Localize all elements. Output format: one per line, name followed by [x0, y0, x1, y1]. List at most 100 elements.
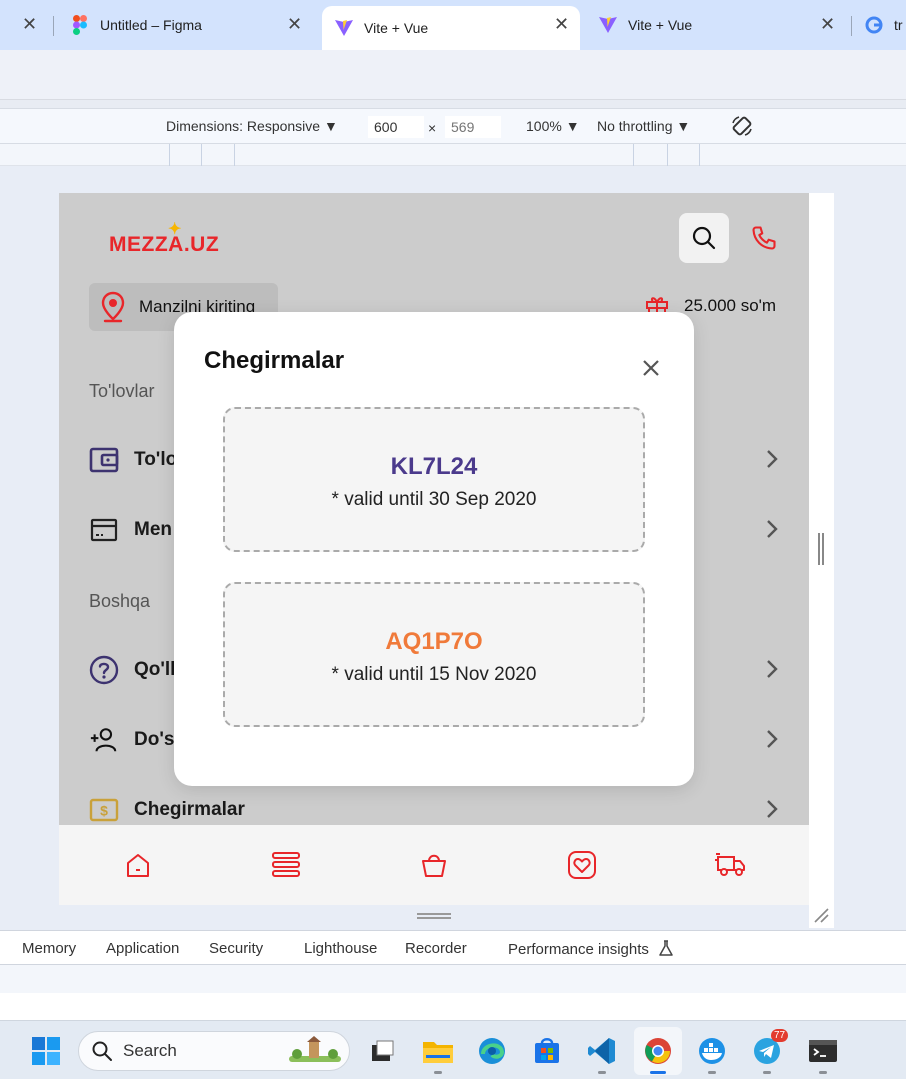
- browser-tab-strip: ✕ Untitled – Figma ✕ Vite + Vue ✕ Vite +…: [0, 0, 906, 50]
- location-pin-icon: [101, 291, 125, 323]
- devtools-panel-tabs: Memory Application Security Lighthouse R…: [0, 930, 906, 965]
- menu-item-discounts[interactable]: $ Chegirmalar: [89, 790, 779, 830]
- browser-tab[interactable]: ✕: [0, 0, 50, 50]
- dimensions-label: Dimensions: Responsive: [166, 118, 321, 134]
- chevron-right-icon: [765, 518, 779, 546]
- discounts-modal: Chegirmalar KL7L24 * valid until 30 Sep …: [174, 312, 694, 786]
- zoom-label: 100%: [526, 118, 562, 134]
- media-query-ruler: [0, 144, 906, 166]
- device-toolbar: Dimensions: Responsive ▼ × 100% ▼ No thr…: [0, 108, 906, 144]
- windows-start-icon[interactable]: [28, 1033, 64, 1069]
- chevron-right-icon: [765, 728, 779, 756]
- devtools-panel-content: [0, 993, 906, 1020]
- figma-icon: [70, 15, 90, 35]
- card-icon: [89, 515, 119, 545]
- tab-recorder[interactable]: Recorder: [405, 940, 467, 957]
- chevron-right-icon: [765, 658, 779, 686]
- menu-item-label: Qo'll: [134, 659, 176, 680]
- search-icon: [92, 1041, 112, 1061]
- modal-title: Chegirmalar: [204, 347, 345, 374]
- wallet-icon: [89, 445, 119, 475]
- taskbar-search[interactable]: Search: [78, 1031, 350, 1071]
- times-sign: ×: [428, 120, 437, 136]
- svg-text:$: $: [100, 803, 108, 819]
- height-input[interactable]: [445, 116, 501, 138]
- bottom-resize-handle[interactable]: [417, 913, 451, 919]
- address-bar-area: [0, 50, 906, 100]
- tab-lighthouse[interactable]: Lighthouse: [304, 940, 377, 957]
- browser-tab-figma[interactable]: Untitled – Figma ✕: [56, 0, 311, 50]
- discount-icon: $: [89, 795, 119, 825]
- close-tab-icon[interactable]: ✕: [287, 14, 302, 35]
- coupon-card[interactable]: KL7L24 * valid until 30 Sep 2020: [223, 407, 645, 552]
- tab-title: Vite + Vue: [628, 17, 693, 33]
- coupon-code: KL7L24: [390, 453, 478, 480]
- browser-tab-google[interactable]: tr: [858, 0, 906, 50]
- file-explorer-icon[interactable]: [420, 1033, 456, 1069]
- favorites-icon[interactable]: [566, 849, 598, 881]
- notification-badge: 77: [771, 1029, 789, 1042]
- search-label: Search: [123, 1041, 177, 1060]
- zoom-dropdown[interactable]: 100% ▼: [526, 118, 580, 134]
- close-tab-icon[interactable]: ✕: [820, 14, 835, 35]
- app-logo: MEZZA.UZ ✦: [109, 221, 220, 257]
- browser-tab-vite-active[interactable]: Vite + Vue ✕: [322, 6, 580, 50]
- phone-button[interactable]: [747, 221, 781, 255]
- home-icon[interactable]: [122, 849, 154, 881]
- phone-icon: [752, 226, 776, 250]
- rotate-icon[interactable]: [730, 114, 754, 141]
- tab-label: Performance insights: [508, 941, 649, 958]
- vite-icon: [334, 18, 354, 38]
- bottom-navigation: [59, 825, 809, 905]
- section-label-payments: To'lovlar: [89, 381, 155, 401]
- task-view-icon[interactable]: [364, 1033, 400, 1069]
- add-user-icon: [89, 725, 119, 755]
- edge-icon[interactable]: [474, 1033, 510, 1069]
- basket-icon[interactable]: [418, 849, 450, 881]
- close-tab-icon[interactable]: ✕: [554, 14, 569, 35]
- coupon-card[interactable]: AQ1P7O * valid until 15 Nov 2020: [223, 582, 645, 727]
- coupon-code: AQ1P7O: [385, 628, 483, 655]
- menu-item-label: Chegirmalar: [134, 799, 245, 820]
- google-icon: [864, 15, 884, 35]
- telegram-icon[interactable]: 77: [749, 1029, 789, 1069]
- devtools-panel-body: [0, 965, 906, 993]
- tab-title: Vite + Vue: [364, 20, 429, 36]
- help-icon: [89, 655, 119, 685]
- search-highlight-icon: [289, 1036, 341, 1062]
- tab-title: tr: [894, 17, 903, 33]
- throttling-dropdown[interactable]: No throttling ▼: [597, 118, 690, 134]
- tab-memory[interactable]: Memory: [22, 940, 76, 957]
- throttling-label: No throttling: [597, 118, 673, 134]
- delivery-icon[interactable]: [714, 849, 746, 881]
- tab-separator: [53, 16, 54, 36]
- dimensions-dropdown[interactable]: Dimensions: Responsive ▼: [166, 118, 338, 134]
- balance-amount: 25.000 so'm: [684, 296, 777, 315]
- close-tab-icon[interactable]: ✕: [22, 14, 37, 35]
- width-input[interactable]: [368, 116, 424, 138]
- store-icon[interactable]: [529, 1033, 565, 1069]
- menu-icon[interactable]: [270, 849, 302, 881]
- chevron-right-icon: [765, 798, 779, 826]
- tab-performance-insights[interactable]: Performance insights: [508, 940, 673, 958]
- chevron-right-icon: [765, 448, 779, 476]
- corner-resize-handle[interactable]: [812, 906, 830, 929]
- chrome-icon[interactable]: [634, 1027, 682, 1075]
- search-button[interactable]: [679, 213, 729, 263]
- tab-title: Untitled – Figma: [100, 17, 202, 33]
- browser-tab-vite[interactable]: Vite + Vue ✕: [588, 0, 843, 50]
- vscode-icon[interactable]: [584, 1033, 620, 1069]
- taskbar: Search 77: [0, 1020, 906, 1079]
- logo-text: MEZZA.UZ: [109, 233, 220, 256]
- logo-spark-icon: ✦: [168, 221, 182, 238]
- docker-icon[interactable]: [694, 1033, 730, 1069]
- coupon-validity: * valid until 30 Sep 2020: [331, 489, 537, 510]
- tab-security[interactable]: Security: [209, 940, 263, 957]
- coupon-validity: * valid until 15 Nov 2020: [331, 664, 537, 685]
- tab-application[interactable]: Application: [106, 940, 179, 957]
- close-icon[interactable]: [640, 357, 662, 379]
- terminal-icon[interactable]: [805, 1033, 841, 1069]
- tab-separator: [851, 16, 852, 36]
- menu-item-label: Men: [134, 519, 172, 540]
- side-resize-handle[interactable]: [818, 533, 824, 565]
